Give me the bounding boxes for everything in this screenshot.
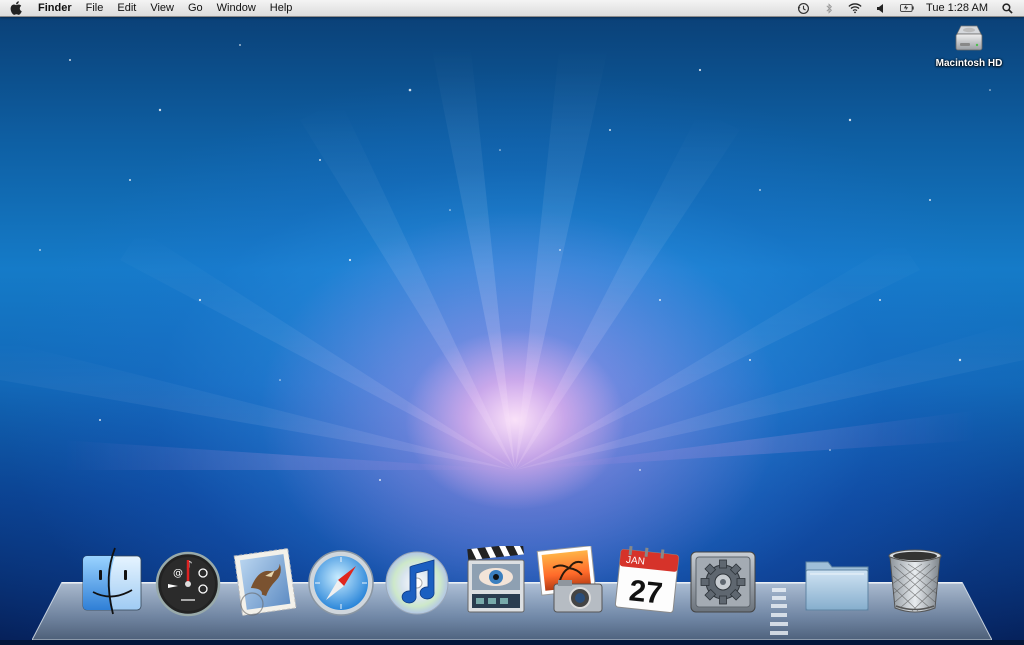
menu-bar: Finder File Edit View Go Window Help Tue… bbox=[0, 0, 1024, 17]
bluetooth-icon[interactable] bbox=[822, 1, 836, 15]
iphoto-icon bbox=[536, 546, 603, 613]
dock-trash[interactable] bbox=[880, 546, 950, 616]
menu-view[interactable]: View bbox=[150, 0, 174, 16]
svg-text:@: @ bbox=[173, 568, 183, 579]
dock-finder[interactable] bbox=[77, 546, 147, 616]
dock-mail[interactable] bbox=[230, 546, 300, 616]
desktop-wallpaper bbox=[0, 0, 1024, 640]
hard-drive-icon bbox=[952, 22, 986, 56]
menu-clock[interactable]: Tue 1:28 AM bbox=[926, 0, 988, 16]
menu-go[interactable]: Go bbox=[188, 0, 203, 16]
battery-icon[interactable] bbox=[900, 1, 914, 15]
menu-edit[interactable]: Edit bbox=[117, 0, 136, 16]
dock-front-row[interactable] bbox=[460, 546, 530, 616]
ical-calendar-icon: JAN 27 bbox=[614, 546, 680, 614]
ical-month: JAN bbox=[625, 555, 645, 568]
dock-iphoto[interactable] bbox=[536, 546, 606, 616]
trash-can-icon bbox=[888, 549, 942, 613]
macintosh-hd-desktop-icon[interactable]: Macintosh HD bbox=[934, 22, 1004, 69]
system-preferences-gear-icon bbox=[690, 551, 756, 613]
ical-day: 27 bbox=[627, 574, 664, 610]
wifi-icon[interactable] bbox=[848, 1, 862, 15]
menu-help[interactable]: Help bbox=[270, 0, 293, 16]
apple-menu-icon[interactable] bbox=[10, 0, 24, 16]
aurora-rays bbox=[0, 40, 1024, 481]
macintosh-hd-label: Macintosh HD bbox=[935, 58, 1003, 69]
mail-stamp-icon bbox=[233, 547, 297, 616]
dock-downloads-folder[interactable] bbox=[802, 548, 872, 618]
dock-system-preferences[interactable] bbox=[688, 546, 758, 616]
menu-file[interactable]: File bbox=[86, 0, 104, 16]
safari-compass-icon bbox=[308, 550, 374, 616]
volume-icon[interactable] bbox=[874, 1, 888, 15]
finder-icon bbox=[82, 547, 142, 615]
folder-icon bbox=[805, 561, 869, 611]
dock-dashboard[interactable]: @ ♪ bbox=[153, 548, 223, 618]
front-row-clapper-icon bbox=[467, 546, 525, 613]
dock-itunes[interactable] bbox=[382, 546, 452, 616]
itunes-icon bbox=[385, 551, 449, 615]
spotlight-search-icon[interactable] bbox=[1000, 1, 1014, 15]
menu-bar-status: Tue 1:28 AM bbox=[784, 0, 1014, 16]
menu-bar-left: Finder File Edit View Go Window Help bbox=[10, 0, 306, 16]
dashboard-icon: @ ♪ bbox=[155, 551, 221, 617]
dock-ical[interactable]: JAN 27 bbox=[612, 546, 682, 616]
app-menu-finder[interactable]: Finder bbox=[38, 0, 72, 16]
menu-window[interactable]: Window bbox=[217, 0, 256, 16]
dock-safari[interactable] bbox=[306, 548, 376, 618]
time-machine-icon[interactable] bbox=[796, 1, 810, 15]
